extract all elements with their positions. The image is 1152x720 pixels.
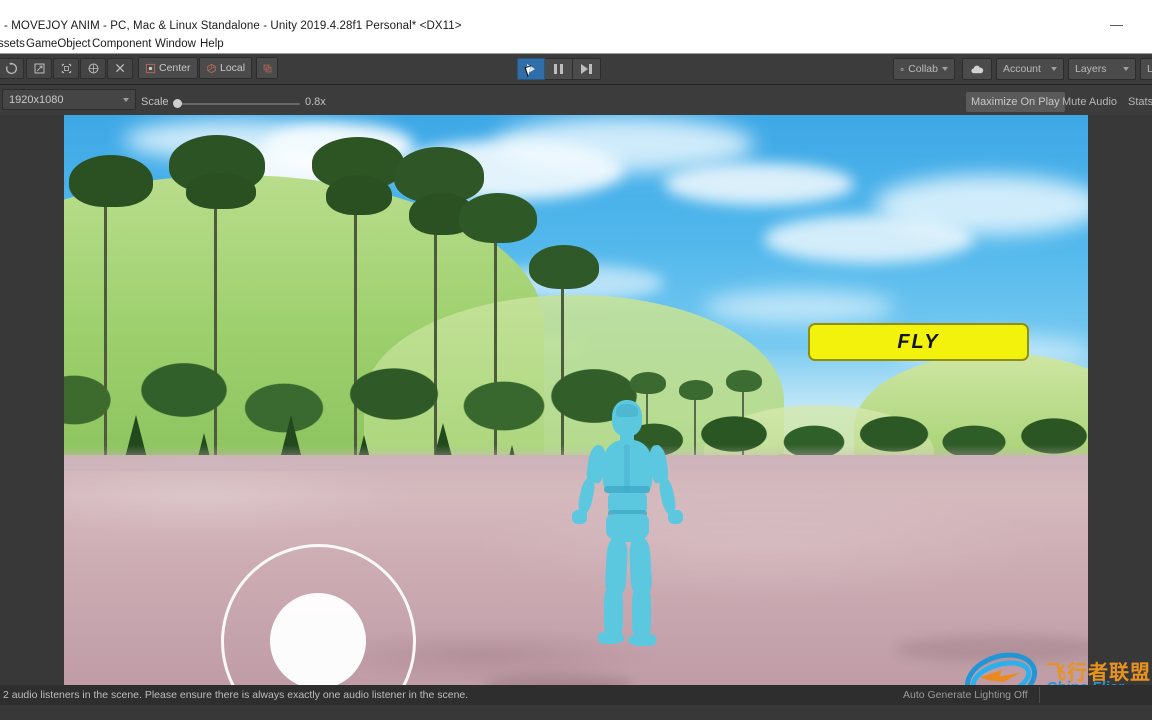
hand-tool-button[interactable]: [0, 58, 24, 79]
pivot-mode-button[interactable]: Center: [138, 57, 198, 79]
status-divider: [1039, 687, 1040, 703]
pivot-rotation-label: Local: [220, 62, 246, 74]
collab-caret-icon: [942, 67, 948, 71]
fly-button[interactable]: FLY: [808, 323, 1029, 361]
resolution-label: 1920x1080: [9, 93, 64, 106]
menu-assets[interactable]: ssets: [0, 38, 25, 50]
status-bar: 2 audio listeners in the scene. Please e…: [0, 685, 1152, 720]
hand-tool-icon: [5, 62, 17, 74]
player-character: [564, 400, 694, 660]
move-tool-button[interactable]: [26, 58, 52, 79]
grid-snap-button[interactable]: [256, 57, 278, 79]
mute-audio-toggle[interactable]: Mute Audio: [1062, 96, 1117, 108]
account-button[interactable]: Account: [996, 58, 1064, 80]
cloud: [874, 175, 1088, 235]
status-message[interactable]: 2 audio listeners in the scene. Please e…: [3, 689, 468, 701]
pivot-center-icon: [145, 63, 156, 73]
resolution-caret-icon: [123, 97, 129, 102]
scale-tool-icon: [88, 63, 98, 74]
layers-button[interactable]: Layers: [1068, 58, 1136, 80]
joystick-knob[interactable]: [270, 593, 366, 685]
collab-label: Collab: [908, 63, 938, 75]
collab-cloud-check-icon: [900, 67, 904, 71]
cloud-button[interactable]: [962, 58, 992, 80]
layers-caret-icon: [1123, 67, 1129, 71]
menu-gameobject[interactable]: GameObject: [26, 38, 91, 50]
scale-slider-track[interactable]: [174, 102, 300, 105]
account-label: Account: [1003, 63, 1041, 75]
step-icon: [581, 64, 592, 74]
move-tool-icon: [34, 63, 44, 74]
rect-tool-icon: [115, 63, 124, 73]
scale-value: 0.8x: [305, 96, 326, 108]
fly-button-label: FLY: [897, 330, 940, 353]
menu-window[interactable]: Window: [155, 38, 196, 50]
game-view-panel: FLY: [0, 115, 1152, 685]
window-title: - MOVEJOY ANIM - PC, Mac & Linux Standal…: [4, 20, 462, 32]
minimize-button[interactable]: —: [1110, 18, 1123, 31]
resolution-dropdown[interactable]: 1920x1080: [2, 89, 136, 110]
menu-component[interactable]: Component: [92, 38, 151, 50]
pause-button[interactable]: [545, 58, 573, 80]
cloud: [664, 163, 854, 205]
scale-slider-knob[interactable]: [173, 99, 182, 108]
menu-help[interactable]: Help: [200, 38, 224, 50]
main-toolbar: Center Local Collab Account Layers L: [0, 54, 1152, 85]
grid-snap-icon: [263, 64, 271, 72]
rotate-tool-icon: [61, 63, 71, 74]
pause-icon: [554, 64, 563, 74]
lighting-status: Auto Generate Lighting Off: [903, 689, 1028, 701]
unity-editor-window: - MOVEJOY ANIM - PC, Mac & Linux Standal…: [0, 0, 1152, 720]
scale-label: Scale: [141, 96, 169, 108]
layers-label: Layers: [1075, 63, 1107, 75]
stats-toggle[interactable]: Stats: [1128, 96, 1152, 108]
layout-label: L: [1147, 63, 1152, 75]
rotate-tool-button[interactable]: [53, 58, 79, 79]
layout-button[interactable]: L: [1140, 58, 1152, 80]
pivot-mode-label: Center: [159, 62, 191, 74]
collab-button[interactable]: Collab: [893, 58, 955, 80]
account-caret-icon: [1051, 67, 1057, 71]
cloud: [704, 290, 894, 324]
pivot-local-icon: [207, 63, 216, 73]
menu-bar: ssets GameObject Component Window Help: [0, 36, 1152, 54]
title-bar: - MOVEJOY ANIM - PC, Mac & Linux Standal…: [0, 0, 1152, 36]
maximize-on-play-toggle[interactable]: Maximize On Play: [966, 92, 1065, 112]
cloud-icon: [970, 65, 983, 73]
game-view-render[interactable]: FLY: [64, 115, 1088, 685]
scale-tool-button[interactable]: [80, 58, 106, 79]
step-button[interactable]: [573, 58, 601, 80]
pivot-rotation-button[interactable]: Local: [199, 57, 253, 79]
game-view-toolbar: 1920x1080 Scale 0.8x Maximize On Play Mu…: [0, 85, 1152, 116]
rect-tool-button[interactable]: [107, 58, 133, 79]
